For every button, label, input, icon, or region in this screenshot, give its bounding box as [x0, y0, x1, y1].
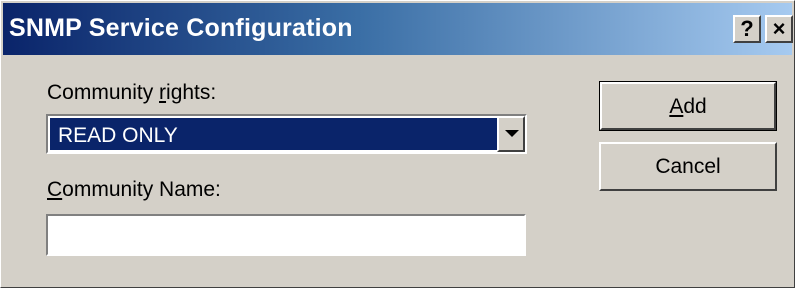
- chevron-down-icon: [505, 130, 519, 137]
- cancel-button[interactable]: Cancel: [599, 142, 777, 191]
- community-rights-dropdown[interactable]: READ ONLY: [46, 114, 527, 154]
- close-button[interactable]: ×: [765, 15, 793, 43]
- question-mark-icon: ?: [740, 16, 754, 41]
- help-button[interactable]: ?: [733, 15, 761, 43]
- snmp-config-dialog: SNMP Service Configuration ? × Community…: [0, 0, 795, 288]
- community-name-input[interactable]: [46, 214, 526, 256]
- dropdown-arrow-button[interactable]: [497, 116, 525, 152]
- selected-rights-value: READ ONLY: [58, 124, 178, 147]
- cancel-button-label: Cancel: [655, 155, 721, 178]
- add-button-label: Add: [669, 95, 707, 118]
- title-bar[interactable]: SNMP Service Configuration ? ×: [3, 3, 793, 55]
- add-button[interactable]: Add: [599, 81, 777, 131]
- community-name-label: Community Name:: [47, 178, 221, 201]
- add-button-face: Add: [600, 82, 776, 130]
- community-rights-label: Community rights:: [47, 81, 217, 104]
- dropdown-selection: READ ONLY: [50, 118, 523, 150]
- window-title: SNMP Service Configuration: [9, 14, 353, 42]
- close-icon: ×: [772, 16, 786, 41]
